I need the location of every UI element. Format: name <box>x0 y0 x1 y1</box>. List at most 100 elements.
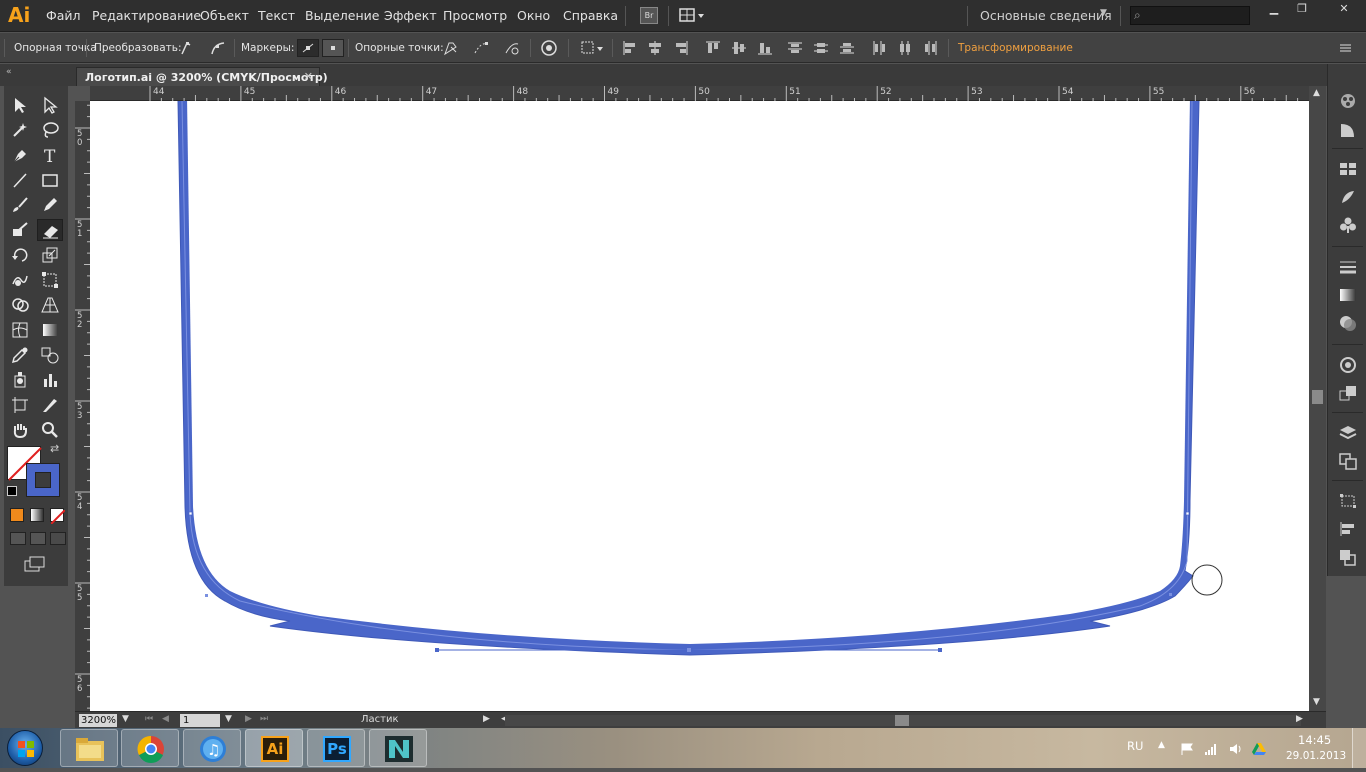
warp-tool[interactable] <box>7 269 33 291</box>
zoom-level-field[interactable]: 3200% <box>79 714 117 727</box>
volume-icon[interactable] <box>1228 742 1242 756</box>
menu-help[interactable]: Справка <box>563 8 618 23</box>
scroll-down-icon[interactable]: ▼ <box>1313 697 1320 707</box>
distribute-vcenter-icon[interactable] <box>812 39 830 57</box>
horizontal-scrollbar[interactable] <box>505 715 1301 726</box>
eraser-tool[interactable] <box>37 219 63 241</box>
transparency-icon[interactable] <box>1338 314 1358 332</box>
menu-text[interactable]: Текст <box>258 8 295 23</box>
direct-selection-tool[interactable] <box>37 94 63 116</box>
show-desktop-button[interactable] <box>1352 728 1366 768</box>
brushes-icon[interactable] <box>1338 188 1358 206</box>
symbols-icon[interactable] <box>1338 216 1358 234</box>
draw-behind-icon[interactable] <box>30 532 46 545</box>
hand-tool[interactable] <box>7 419 33 441</box>
convert-smooth-icon[interactable] <box>209 39 227 57</box>
show-handles-icon[interactable] <box>297 39 319 57</box>
bridge-button[interactable]: Br <box>640 7 658 24</box>
gradient-tool[interactable] <box>37 319 63 341</box>
symbol-sprayer-tool[interactable] <box>7 369 33 391</box>
taskbar-itunes[interactable]: ♫ <box>183 729 241 767</box>
none-mode-icon[interactable] <box>50 508 66 525</box>
artboard-dropdown-icon[interactable]: ▼ <box>225 714 232 724</box>
free-transform-tool[interactable] <box>37 269 63 291</box>
magic-wand-tool[interactable] <box>7 119 33 141</box>
horizontal-ruler[interactable]: 44 45 46 47 48 49 50 51 52 53 54 55 56 <box>90 86 1310 101</box>
draw-normal-icon[interactable] <box>10 532 26 545</box>
search-input[interactable]: ⌕ <box>1130 6 1250 25</box>
start-button[interactable] <box>7 730 43 766</box>
shape-builder-tool[interactable] <box>7 294 33 316</box>
scale-tool[interactable] <box>37 244 63 266</box>
action-center-flag-icon[interactable] <box>1180 742 1194 756</box>
horizontal-scroll-thumb[interactable] <box>895 715 909 726</box>
transform-panel-icon[interactable] <box>1338 492 1358 510</box>
first-artboard-icon[interactable]: ⏮ <box>145 714 153 724</box>
slice-tool[interactable] <box>37 394 63 416</box>
chevron-down-icon[interactable]: ▼ <box>1100 8 1107 18</box>
google-drive-icon[interactable] <box>1252 742 1266 756</box>
distribute-left-icon[interactable] <box>870 39 888 57</box>
blend-tool[interactable] <box>37 344 63 366</box>
status-menu-icon[interactable]: ▶ <box>483 714 490 724</box>
prev-artboard-icon[interactable]: ◀ <box>162 714 169 724</box>
gradient-panel-icon[interactable] <box>1338 286 1358 304</box>
menu-select[interactable]: Выделение <box>305 8 379 23</box>
scroll-right-icon[interactable]: ▶ <box>1296 714 1303 724</box>
line-tool[interactable] <box>7 169 33 191</box>
menu-view[interactable]: Просмотр <box>443 8 507 23</box>
cut-path-icon[interactable] <box>503 39 521 57</box>
type-tool[interactable]: T <box>37 144 63 166</box>
menu-object[interactable]: Объект <box>200 8 249 23</box>
menu-file[interactable]: Файл <box>46 8 81 23</box>
align-left-icon[interactable] <box>621 39 639 57</box>
clock-time[interactable]: 14:45 <box>1298 733 1331 747</box>
color-panel-icon[interactable] <box>1338 121 1358 139</box>
convert-corner-icon[interactable] <box>178 39 196 57</box>
language-indicator[interactable]: RU <box>1127 739 1143 753</box>
perspective-grid-tool[interactable] <box>37 294 63 316</box>
logo-shape[interactable] <box>90 101 1309 711</box>
network-signal-icon[interactable] <box>1204 742 1218 756</box>
align-panel-icon[interactable] <box>1338 520 1358 538</box>
panel-menu-icon[interactable] <box>1336 39 1354 57</box>
show-hidden-icons-icon[interactable]: ▲ <box>1158 740 1165 750</box>
color-mode-icon[interactable] <box>10 508 24 522</box>
taskbar-photoshop[interactable]: Ps <box>307 729 365 767</box>
distribute-hcenter-icon[interactable] <box>896 39 914 57</box>
taskbar-chrome[interactable] <box>121 729 179 767</box>
graphic-styles-icon[interactable] <box>1338 384 1358 402</box>
tab-logotip[interactable]: Логотип.ai @ 3200% (CMYK/Просмотр) ✕ <box>76 67 328 86</box>
transform-link[interactable]: Трансформирование <box>958 42 1073 54</box>
selection-tool[interactable] <box>7 94 33 116</box>
brush-tool[interactable] <box>7 194 33 216</box>
arrange-documents-button[interactable] <box>679 7 707 24</box>
zoom-dropdown-icon[interactable]: ▼ <box>122 714 129 724</box>
menu-effect[interactable]: Эффект <box>384 8 437 23</box>
vertical-scroll-thumb[interactable] <box>1312 390 1323 404</box>
pen-tool[interactable] <box>7 144 33 166</box>
minimize-button[interactable]: ▁ <box>1262 2 1286 16</box>
distribute-bottom-icon[interactable] <box>838 39 856 57</box>
close-button[interactable]: ✕ <box>1326 2 1362 16</box>
connect-anchors-icon[interactable] <box>472 39 490 57</box>
stroke-swatch[interactable] <box>26 463 60 497</box>
layers-icon[interactable] <box>1338 424 1358 442</box>
select-similar-icon[interactable] <box>580 39 606 57</box>
artboard-number-field[interactable]: 1 <box>180 714 220 727</box>
isolate-icon[interactable] <box>540 39 558 57</box>
artboard-canvas[interactable] <box>90 101 1309 711</box>
color-guide-icon[interactable] <box>1338 92 1358 110</box>
align-bottom-icon[interactable] <box>756 39 774 57</box>
clock-date[interactable]: 29.01.2013 <box>1286 750 1346 762</box>
rotate-tool[interactable] <box>7 244 33 266</box>
align-vcenter-icon[interactable] <box>730 39 748 57</box>
gradient-mode-icon[interactable] <box>30 508 44 522</box>
rectangle-tool[interactable] <box>37 169 63 191</box>
eyedropper-tool[interactable] <box>7 344 33 366</box>
taskbar-explorer[interactable] <box>60 729 118 767</box>
collapse-toolbar-icon[interactable]: « <box>6 67 12 77</box>
blob-brush-tool[interactable] <box>7 219 33 241</box>
appearance-icon[interactable] <box>1338 356 1358 374</box>
swap-colors-icon[interactable]: ⇄ <box>50 442 59 455</box>
